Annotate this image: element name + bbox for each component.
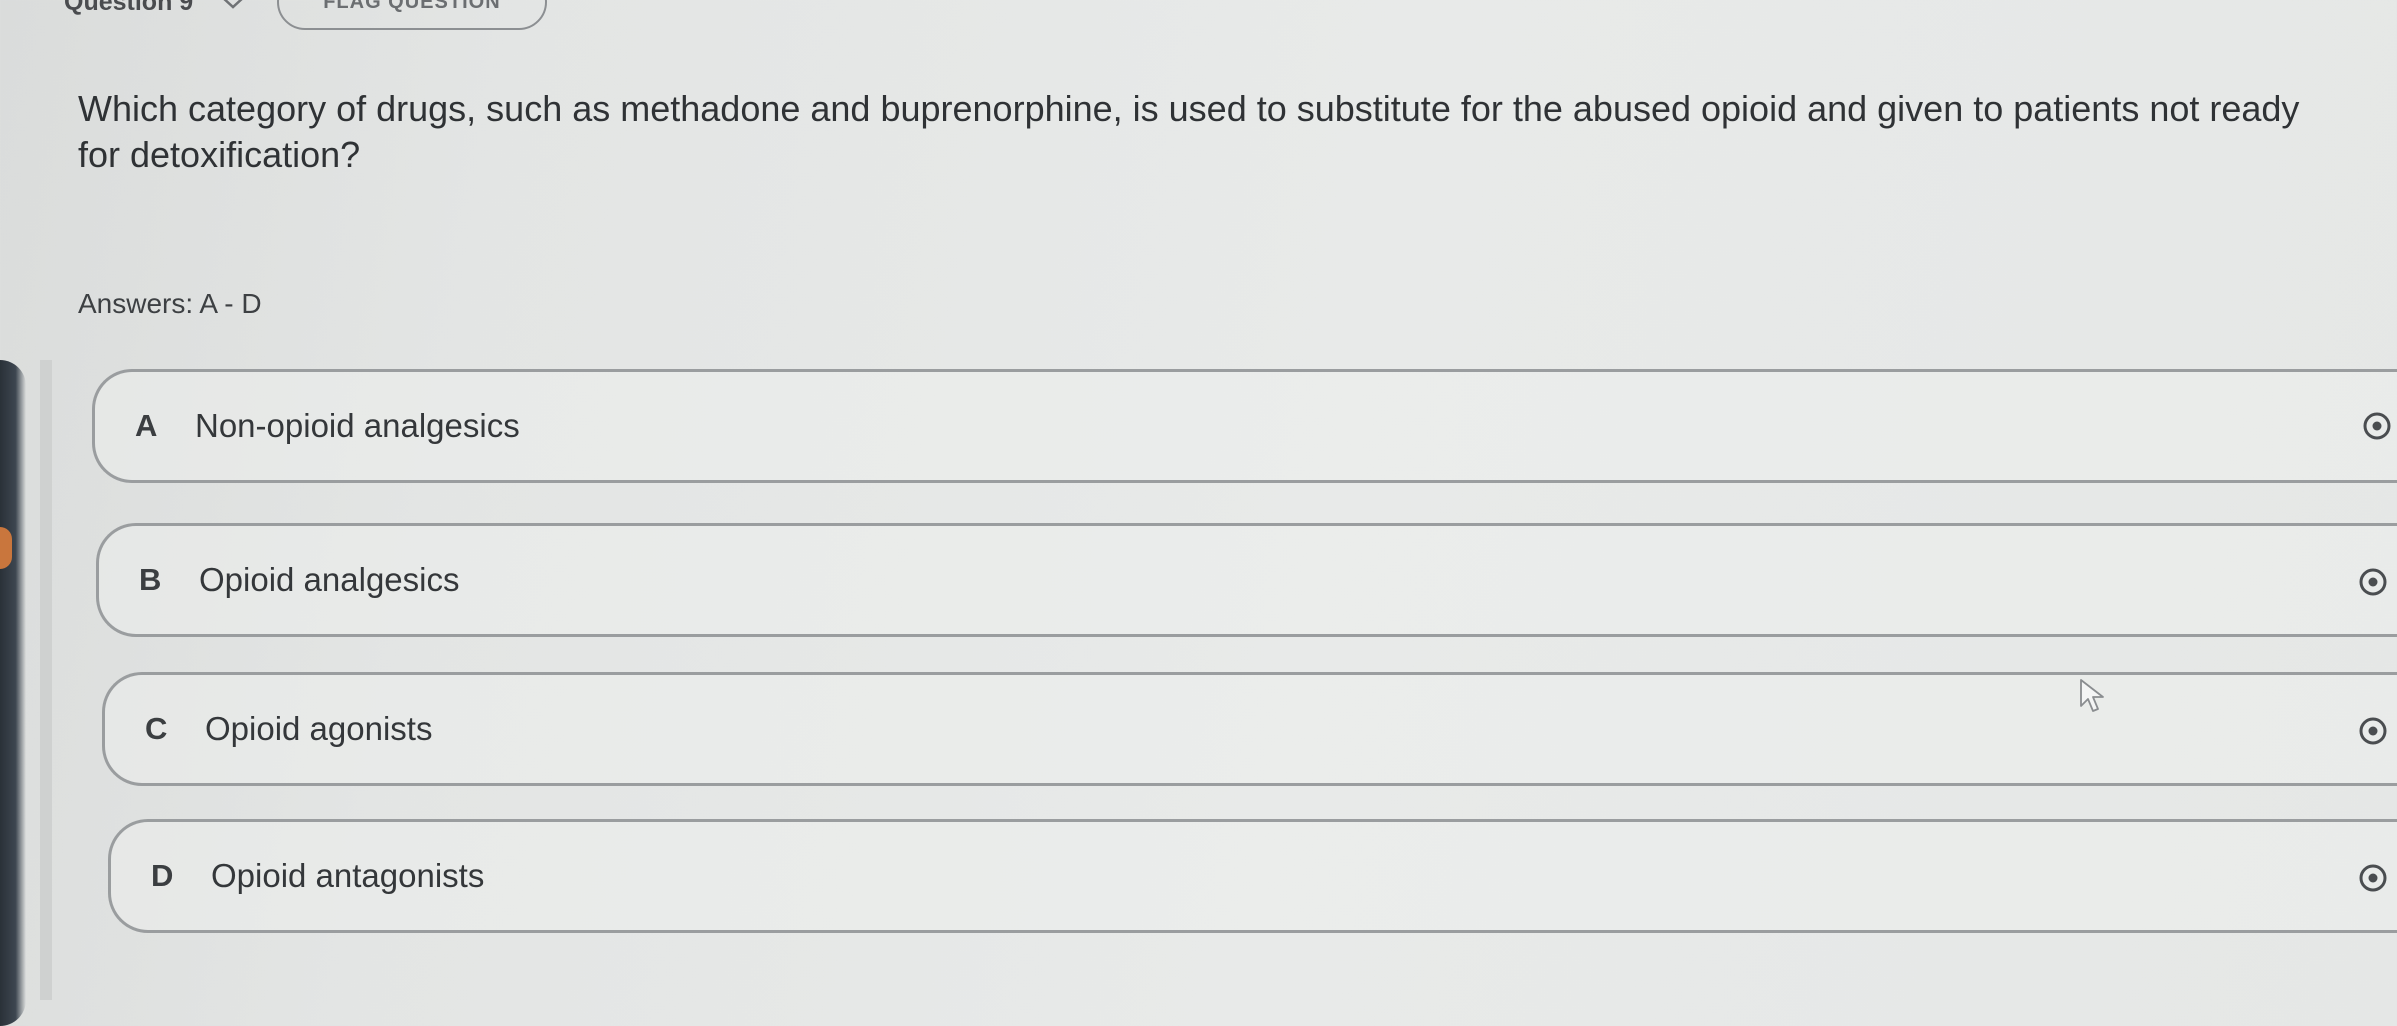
scroll-rail bbox=[40, 360, 52, 1000]
edge-indicator bbox=[0, 527, 12, 569]
answers-range-label: Answers: A - D bbox=[78, 288, 262, 319]
option-text: Opioid analgesics bbox=[199, 561, 460, 598]
window-edge bbox=[0, 360, 26, 1026]
mouse-pointer-icon bbox=[2078, 678, 2108, 714]
option-text: Opioid agonists bbox=[205, 710, 433, 747]
eye-icon[interactable] bbox=[2355, 713, 2391, 749]
answer-option-a[interactable]: A Non-opioid analgesics bbox=[92, 369, 2397, 483]
option-letter: C bbox=[145, 711, 168, 746]
eye-icon[interactable] bbox=[2355, 564, 2391, 600]
eye-icon[interactable] bbox=[2355, 860, 2391, 896]
chevron-down-icon[interactable] bbox=[213, 0, 253, 22]
option-text: Opioid antagonists bbox=[211, 857, 485, 894]
option-letter: A bbox=[135, 408, 158, 443]
answer-option-d[interactable]: D Opioid antagonists bbox=[108, 819, 2397, 933]
answer-option-c[interactable]: C Opioid agonists bbox=[102, 672, 2397, 786]
flag-question-button[interactable]: FLAG QUESTION bbox=[277, 0, 547, 30]
option-letter: D bbox=[151, 858, 174, 893]
eye-icon[interactable] bbox=[2359, 408, 2395, 444]
option-letter: B bbox=[139, 562, 162, 597]
answer-option-b[interactable]: B Opioid analgesics bbox=[96, 523, 2397, 637]
question-number-label: Question 9 bbox=[64, 0, 194, 16]
question-text: Which category of drugs, such as methado… bbox=[78, 88, 2300, 175]
question-header: Question 9 FLAG QUESTION bbox=[64, 0, 547, 32]
option-text: Non-opioid analgesics bbox=[195, 407, 520, 444]
